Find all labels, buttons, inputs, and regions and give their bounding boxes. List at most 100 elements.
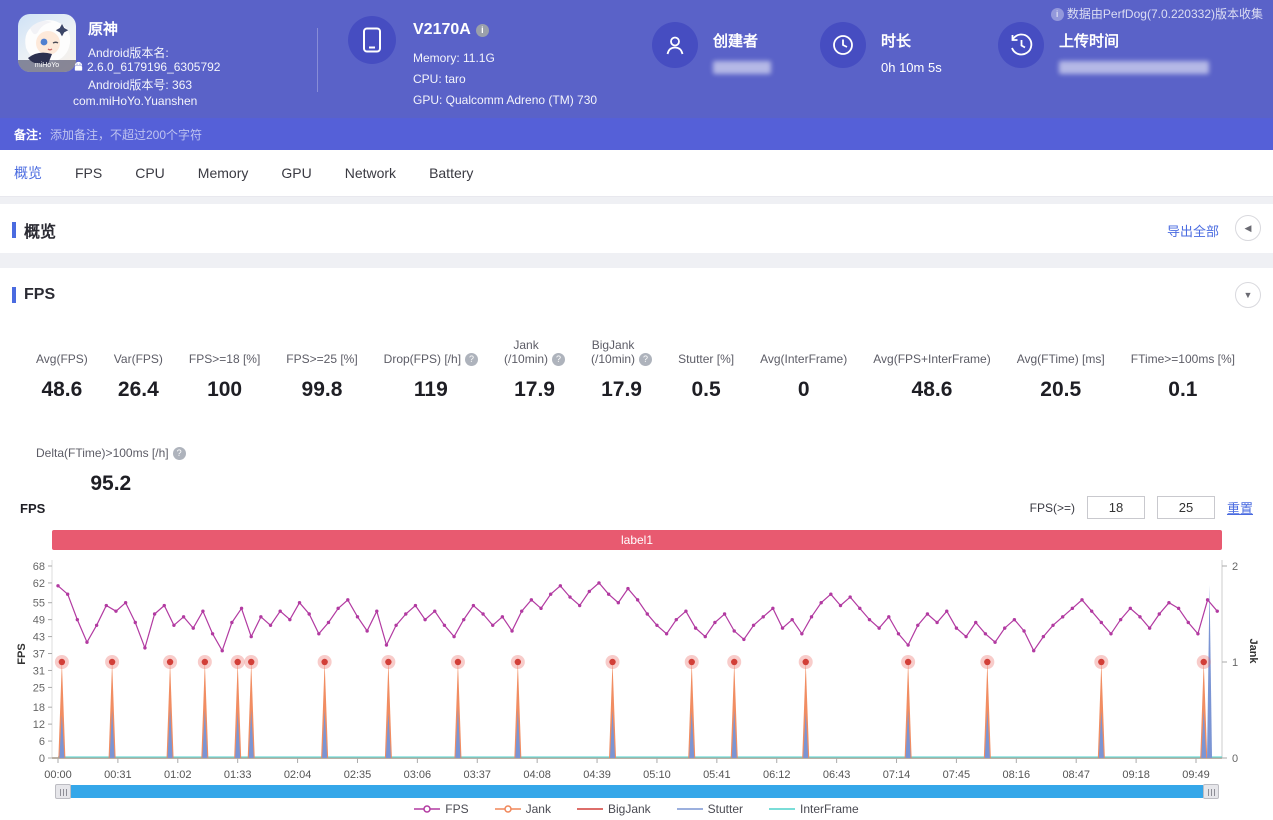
creator-icon-circle [652,22,698,68]
upload-time-label: 上传时间 [1059,30,1119,51]
svg-text:07:45: 07:45 [943,769,971,781]
reset-button[interactable]: 重置 [1227,498,1253,517]
perfdog-source-note: i 数据由PerfDog(7.0.220332)版本收集 [1046,5,1263,22]
stat-value: 95.2 [90,472,131,496]
legend-label: Jank [526,802,551,816]
legend-swatch-icon [414,804,440,814]
slider-handle-left[interactable] [55,784,71,799]
export-all-link[interactable]: 导出全部 [1167,221,1219,240]
stat-item: BigJank (/10min)?17.9 [591,334,652,402]
stat-item: FPS>=25 [%] 99.8 [286,334,357,402]
device-name: V2170Ai [413,21,489,39]
svg-text:00:00: 00:00 [44,769,72,781]
svg-text:04:08: 04:08 [523,769,551,781]
legend-item-fps[interactable]: FPS [414,802,468,816]
collapse-down-button[interactable]: ▼ [1235,282,1261,308]
overview-section-header: 概览 [12,218,56,242]
stat-label: FTime>=100ms [%] [1131,334,1235,366]
clock-icon [831,33,855,57]
svg-text:18: 18 [33,702,45,714]
fps-threshold-input-high[interactable] [1157,496,1215,519]
app-header: miHoYo 原神 Android版本名: 2.6.0_6179196_6305… [0,0,1273,118]
svg-text:68: 68 [33,561,45,573]
svg-text:49: 49 [33,615,45,627]
legend-label: BigJank [608,802,651,816]
fps-section-header: FPS [12,286,55,304]
help-icon[interactable]: ? [552,353,565,366]
stat-item: Avg(InterFrame)0 [760,334,847,402]
svg-text:04:39: 04:39 [583,769,611,781]
stat-value: 99.8 [302,378,343,402]
tab-概览[interactable]: 概览 [14,163,42,183]
android-version-line: 2.6.0_6179196_6305792 [73,60,220,74]
slider-track[interactable] [71,785,1203,798]
svg-text:01:02: 01:02 [164,769,192,781]
stat-item: Avg(FPS)48.6 [36,334,88,402]
fps-chart[interactable]: 061218253137434955626801200:0000:3101:02… [0,552,1273,784]
legend-item-interframe[interactable]: InterFrame [769,802,859,816]
stat-item: FPS>=18 [%]100 [189,334,260,402]
stat-value: 17.9 [514,378,555,402]
legend-swatch-icon [495,804,521,814]
stat-label: Avg(FPS) [36,334,88,366]
stat-item: Var(FPS)26.4 [114,334,163,402]
tab-Battery[interactable]: Battery [429,165,473,181]
help-icon[interactable]: ? [465,353,478,366]
svg-text:02:04: 02:04 [284,769,312,781]
header-divider [317,28,318,92]
svg-text:31: 31 [33,665,45,677]
stat-label: FPS>=25 [%] [286,334,357,366]
tab-Network[interactable]: Network [345,165,396,181]
person-icon [663,33,687,57]
collapse-left-button[interactable]: ◀ [1235,215,1261,241]
fps-stats-row2: Delta(FTime)>100ms [/h]?95.2 [36,428,186,496]
svg-text:08:16: 08:16 [1003,769,1031,781]
svg-text:05:10: 05:10 [643,769,671,781]
fps-threshold-input-low[interactable] [1087,496,1145,519]
device-memory: Memory: 11.1G [413,51,495,65]
legend-item-bigjank[interactable]: BigJank [577,802,651,816]
svg-text:09:18: 09:18 [1122,769,1150,781]
stat-item: Stutter [%]0.5 [678,334,734,402]
fps-filter-label: FPS(>=) [1030,501,1075,515]
android-icon [73,61,84,72]
creator-label: 创建者 [713,30,758,51]
remark-label: 备注: [14,126,42,143]
device-icon-circle [348,16,396,64]
remark-bar[interactable]: 备注: 添加备注，不超过200个字符 [0,118,1273,150]
svg-text:00:31: 00:31 [104,769,132,781]
overview-title: 概览 [24,218,56,242]
history-icon [1008,32,1034,58]
tab-GPU[interactable]: GPU [281,165,311,181]
help-icon[interactable]: ? [639,353,652,366]
chart-label-banner[interactable]: label1 [52,530,1222,550]
legend-label: Stutter [708,802,743,816]
help-icon[interactable]: ? [173,447,186,460]
tab-CPU[interactable]: CPU [135,165,165,181]
slider-handle-right[interactable] [1203,784,1219,799]
fps-chart-svg[interactable]: 061218253137434955626801200:0000:3101:02… [0,552,1273,784]
stat-item: Jank (/10min)?17.9 [504,334,565,402]
stat-value: 0 [798,378,810,402]
svg-text:03:37: 03:37 [463,769,491,781]
svg-text:06:43: 06:43 [823,769,851,781]
stat-label: Stutter [%] [678,334,734,366]
svg-text:55: 55 [33,598,45,610]
legend-item-stutter[interactable]: Stutter [677,802,743,816]
stat-value: 17.9 [601,378,642,402]
device-info-icon[interactable]: i [476,24,489,37]
y-axis-label-jank: Jank [1247,631,1259,671]
stat-item: Delta(FTime)>100ms [/h]?95.2 [36,428,186,496]
duration-icon-circle [820,22,866,68]
remark-placeholder: 添加备注，不超过200个字符 [50,126,202,143]
tab-FPS[interactable]: FPS [75,165,102,181]
stat-item: Avg(FPS+InterFrame)48.6 [873,334,990,402]
legend-label: InterFrame [800,802,859,816]
svg-text:43: 43 [33,632,45,644]
tab-Memory[interactable]: Memory [198,165,249,181]
tab-bar: 概览 FPS CPU Memory GPU Network Battery [0,150,1273,197]
legend-item-jank[interactable]: Jank [495,802,551,816]
legend-label: FPS [445,802,468,816]
section-accent-bar [12,222,16,238]
stat-value: 48.6 [912,378,953,402]
